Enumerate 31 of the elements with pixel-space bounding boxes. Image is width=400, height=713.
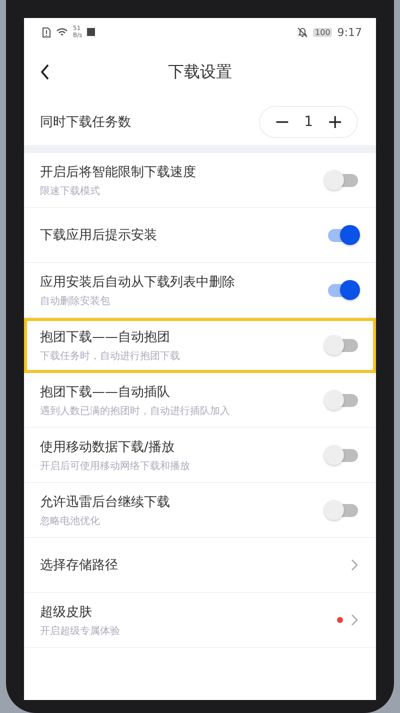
stepper-value: 1: [304, 114, 314, 130]
setting-label: 允许迅雷后台继续下载: [40, 494, 170, 510]
page-title: 下载设置: [168, 62, 232, 80]
setting-hint: 忽略电池优化: [40, 514, 101, 528]
setting-label: 应用安装后自动从下载列表中删除: [40, 274, 235, 290]
sim-icon: [42, 26, 51, 38]
setting-hint: 自动删除安装包: [40, 294, 111, 308]
setting-label: 下载应用后提示安装: [40, 227, 157, 244]
setting-row[interactable]: 选择存储路径: [24, 538, 376, 593]
setting-hint: 遇到人数已满的抱团时，自动进行插队加入: [40, 404, 230, 418]
battery-level: 100: [313, 28, 332, 36]
chevron-right-icon: [351, 559, 358, 571]
setting-label: 超级皮肤: [40, 604, 93, 620]
minus-button[interactable]: −: [274, 110, 290, 132]
plus-button[interactable]: +: [327, 110, 343, 132]
setting-hint: 开启后可使用移动网络下载和播放: [40, 460, 190, 472]
setting-label: 抱团下载——自动抱团: [40, 328, 171, 346]
setting-row[interactable]: 超级皮肤 开启超级专属体验: [24, 593, 376, 648]
chevron-right-icon: [351, 614, 358, 626]
muted-bell-icon: [297, 26, 308, 38]
setting-hint: 限速下载模式: [40, 184, 101, 198]
setting-label: 抱团下载——自动插队: [40, 384, 171, 400]
setting-label: 使用移动数据下载/播放: [40, 438, 176, 456]
wifi-icon: [56, 27, 68, 37]
setting-label: 同时下载任务数: [40, 114, 131, 130]
clock-time: 9:17: [337, 26, 362, 38]
setting-label: 选择存储路径: [40, 557, 118, 574]
setting-label: 开启后将智能限制下载速度: [40, 164, 196, 180]
setting-hint: 开启超级专属体验: [40, 624, 120, 638]
square-icon: [87, 28, 96, 36]
setting-hint: 下载任务时，自动进行抱团下载: [40, 350, 180, 362]
